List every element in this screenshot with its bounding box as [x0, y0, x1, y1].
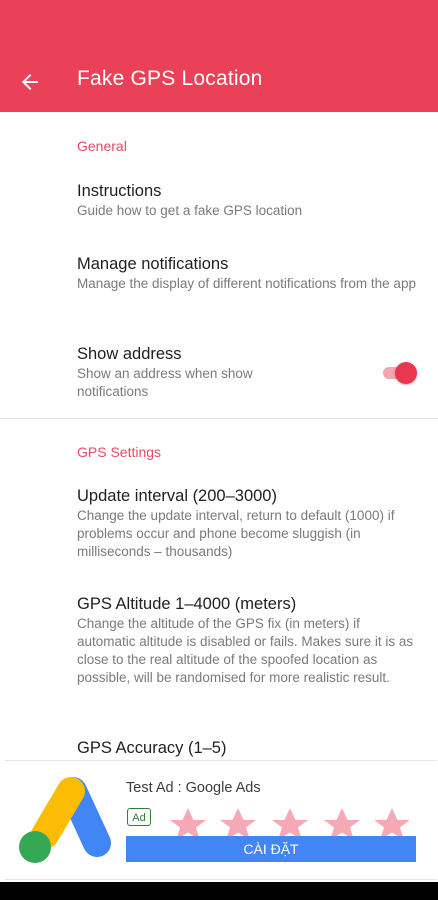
setting-gps-accuracy-title[interactable]: GPS Accuracy (1–5) — [77, 739, 226, 758]
install-button[interactable]: CÀI ĐẶT — [126, 836, 416, 862]
setting-instructions-title[interactable]: Instructions — [77, 182, 161, 201]
page-title: Fake GPS Location — [77, 67, 263, 90]
section-divider — [0, 418, 438, 419]
setting-show-address-title[interactable]: Show address — [77, 345, 182, 364]
setting-update-interval-title[interactable]: Update interval (200–3000) — [77, 487, 277, 506]
google-ads-logo-icon — [19, 777, 111, 863]
ad-title[interactable]: Test Ad : Google Ads — [126, 780, 261, 796]
app-bar: Fake GPS Location — [0, 0, 438, 112]
setting-update-interval-subtitle: Change the update interval, return to de… — [77, 508, 395, 559]
setting-gps-altitude-title[interactable]: GPS Altitude 1–4000 (meters) — [77, 595, 296, 614]
setting-manage-notifications-subtitle: Manage the display of different notifica… — [77, 276, 416, 291]
section-header-general: General — [77, 138, 127, 154]
toggle-thumb — [395, 362, 417, 384]
system-nav-bar — [0, 882, 438, 900]
arrow-back-icon[interactable] — [18, 70, 42, 94]
show-address-toggle[interactable] — [381, 361, 419, 385]
setting-gps-altitude-subtitle: Change the altitude of the GPS fix (in m… — [77, 616, 414, 685]
setting-show-address-subtitle: Show an address when show notifications — [77, 366, 253, 399]
setting-manage-notifications-title[interactable]: Manage notifications — [77, 255, 228, 274]
ad-badge: Ad — [127, 808, 151, 826]
setting-instructions-subtitle: Guide how to get a fake GPS location — [77, 203, 303, 218]
section-header-gps-settings: GPS Settings — [77, 444, 162, 460]
